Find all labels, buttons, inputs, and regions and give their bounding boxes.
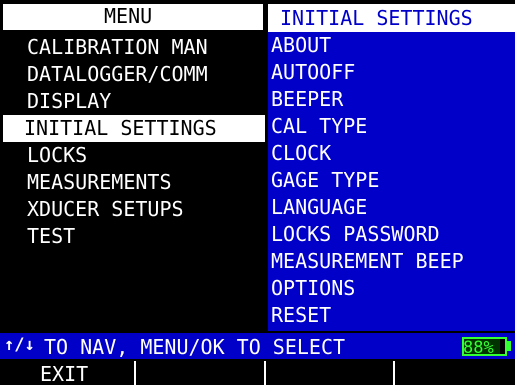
menu-item[interactable]: INITIAL SETTINGS bbox=[3, 115, 265, 142]
submenu-title: INITIAL SETTINGS bbox=[280, 6, 473, 30]
battery-terminal bbox=[507, 341, 511, 351]
menu-item-label: XDUCER SETUPS bbox=[27, 197, 184, 221]
menu-item-label: INITIAL SETTINGS bbox=[24, 116, 217, 140]
submenu-item[interactable]: BEEPER bbox=[271, 89, 343, 109]
menu-item-label: TEST bbox=[27, 224, 76, 248]
softkey-2[interactable] bbox=[134, 361, 264, 385]
menu-item-label: MEASUREMENTS bbox=[27, 170, 172, 194]
softkey-1[interactable]: EXIT bbox=[0, 361, 134, 385]
menu-item[interactable]: DATALOGGER/COMM bbox=[3, 61, 261, 88]
nav-arrows-icon: ↑/↓ bbox=[4, 335, 35, 355]
submenu-item[interactable]: CAL TYPE bbox=[271, 116, 367, 136]
submenu-item[interactable]: CLOCK bbox=[271, 143, 331, 163]
submenu-item[interactable]: MEASUREMENT BEEP bbox=[271, 251, 464, 271]
submenu-item[interactable]: OPTIONS bbox=[271, 278, 355, 298]
menu-item[interactable]: MEASUREMENTS bbox=[3, 169, 261, 196]
softkey-3[interactable] bbox=[264, 361, 393, 385]
status-bar: ↑/↓ TO NAV, MENU/OK TO SELECT bbox=[0, 333, 515, 359]
menu-item[interactable]: DISPLAY bbox=[3, 88, 261, 115]
menu-item-label: CALIBRATION MAN bbox=[27, 35, 208, 59]
submenu-item[interactable]: LOCKS PASSWORD bbox=[271, 224, 440, 244]
gauge-screen: MENU INITIAL SETTINGS ↑/↓ TO NAV, MENU/O… bbox=[0, 0, 515, 385]
softkey-exit-label: EXIT bbox=[40, 362, 89, 385]
softkey-4[interactable] bbox=[393, 361, 515, 385]
menu-item[interactable]: LOCKS bbox=[3, 142, 261, 169]
submenu-item[interactable]: LANGUAGE bbox=[271, 197, 367, 217]
submenu-item[interactable]: ABOUT bbox=[271, 35, 331, 55]
menu-item[interactable]: XDUCER SETUPS bbox=[3, 196, 261, 223]
menu-item-label: DATALOGGER/COMM bbox=[27, 62, 208, 86]
nav-hint-text: TO NAV, MENU/OK TO SELECT bbox=[44, 335, 346, 359]
menu-item-label: DISPLAY bbox=[27, 89, 112, 113]
submenu-item[interactable]: RESET bbox=[271, 305, 331, 325]
battery-percentage: 88% bbox=[463, 338, 494, 358]
menu-item[interactable]: CALIBRATION MAN bbox=[3, 34, 261, 61]
submenu-item[interactable]: GAGE TYPE bbox=[271, 170, 379, 190]
submenu-item[interactable]: AUTOOFF bbox=[271, 62, 355, 82]
menu-item[interactable]: TEST bbox=[3, 223, 261, 250]
menu-item-label: LOCKS bbox=[27, 143, 88, 167]
menu-title: MENU bbox=[104, 4, 153, 28]
